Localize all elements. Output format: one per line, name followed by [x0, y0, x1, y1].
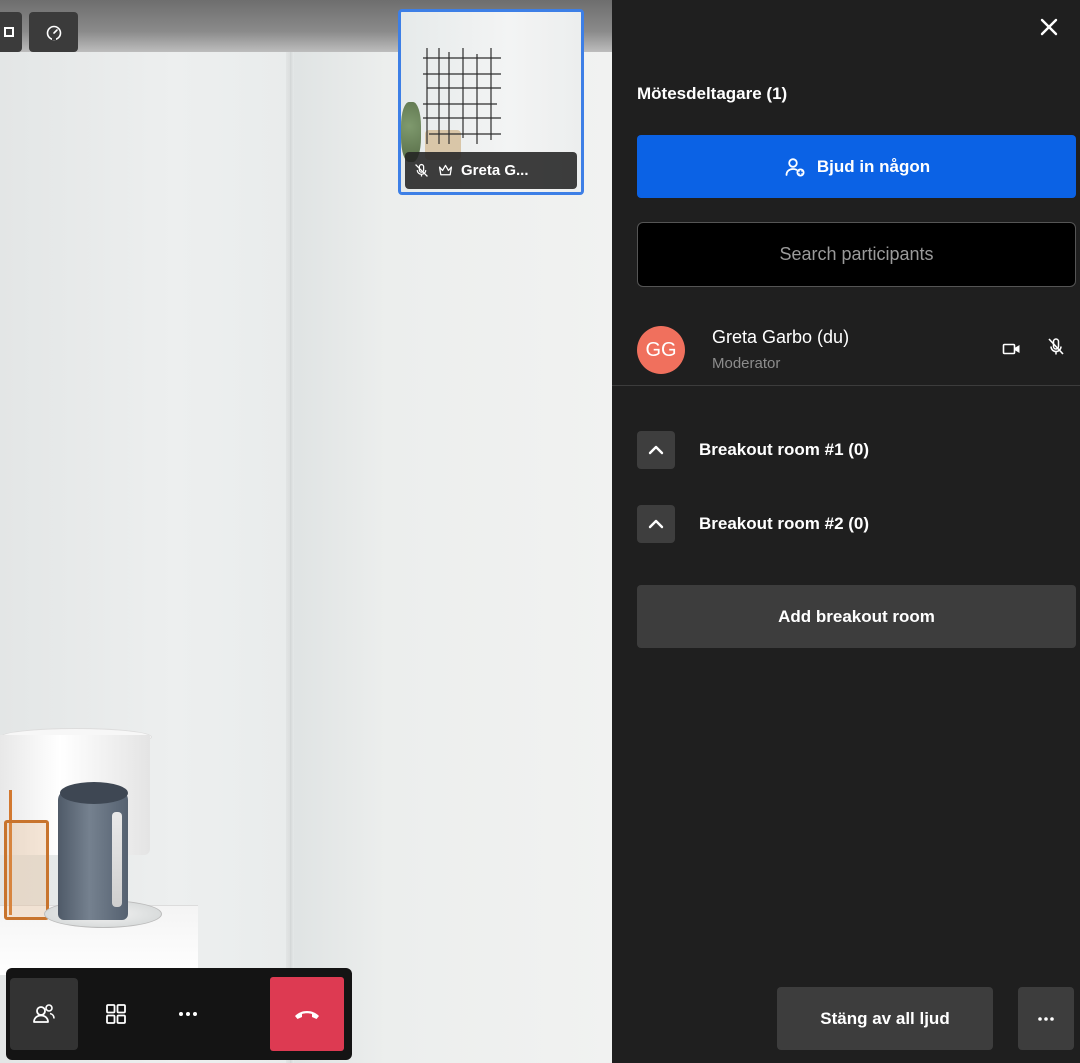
crown-icon: [438, 164, 453, 176]
decor-lantern: [4, 820, 49, 920]
more-icon: [179, 1012, 197, 1016]
avatar: GG: [637, 326, 685, 374]
invite-button-label: Bjud in någon: [816, 156, 931, 176]
camera-icon: [1002, 343, 1020, 355]
thumbnail-participant-name: Greta G...: [461, 162, 529, 179]
meeting-toolbar: [6, 968, 352, 1060]
participant-row[interactable]: GG Greta Garbo (du) Moderator: [637, 322, 1080, 378]
participant-thumbnail[interactable]: Greta G...: [398, 9, 584, 195]
participant-role: Moderator: [712, 355, 781, 372]
hangup-button[interactable]: [270, 977, 344, 1051]
decor-candle-top: [60, 782, 128, 804]
more-icon: [1038, 1016, 1054, 1021]
invite-button[interactable]: Bjud in någon: [637, 135, 1076, 198]
wall-corner: [286, 50, 294, 1063]
more-actions-button[interactable]: [154, 978, 222, 1050]
hangup-icon: [295, 1011, 319, 1019]
mute-all-button[interactable]: Stäng av all ljud: [777, 987, 993, 1050]
thumbnail-name-bar: Greta G...: [405, 152, 577, 189]
grid-icon: [106, 1004, 126, 1024]
breakout-room-1-label: Breakout room #1 (0): [699, 440, 870, 459]
breakout-room-1-toggle[interactable]: [637, 431, 675, 469]
chevron-up-icon: [648, 445, 664, 455]
breakout-room-2-label: Breakout room #2 (0): [699, 514, 870, 533]
tile-view-button[interactable]: [0, 12, 22, 52]
close-panel-button[interactable]: [1034, 12, 1064, 42]
thumbnail-wall-grid: [423, 48, 501, 144]
participants-button[interactable]: [10, 978, 78, 1050]
close-icon: [1040, 18, 1058, 36]
background-wall: [290, 50, 612, 1063]
panel-more-button[interactable]: [1018, 987, 1074, 1050]
mic-muted-icon: [1048, 338, 1064, 355]
panel-title: Mötesdeltagare (1): [637, 84, 788, 103]
participants-panel: Mötesdeltagare (1) Bjud in någon GG Gret…: [612, 0, 1080, 1063]
breakout-room-2: Breakout room #2 (0): [637, 505, 1076, 543]
breakout-room-2-toggle[interactable]: [637, 505, 675, 543]
chevron-up-icon: [648, 519, 664, 529]
speedometer-icon: [46, 25, 61, 41]
mic-muted-icon: [415, 163, 428, 177]
panel-divider: [612, 385, 1080, 386]
decor-candle-drip: [112, 812, 122, 907]
participants-icon: [33, 1004, 55, 1023]
connection-stats-button[interactable]: [29, 12, 78, 52]
breakout-room-1: Breakout room #1 (0): [637, 431, 1076, 469]
add-breakout-room-button[interactable]: Add breakout room: [637, 585, 1076, 648]
participant-name: Greta Garbo (du): [712, 327, 850, 347]
tile-view-icon: [4, 27, 14, 37]
search-participants-input[interactable]: [637, 222, 1076, 287]
video-stage: Greta G...: [0, 0, 612, 1063]
tile-view-toggle-button[interactable]: [82, 978, 150, 1050]
add-user-icon: [785, 157, 805, 176]
